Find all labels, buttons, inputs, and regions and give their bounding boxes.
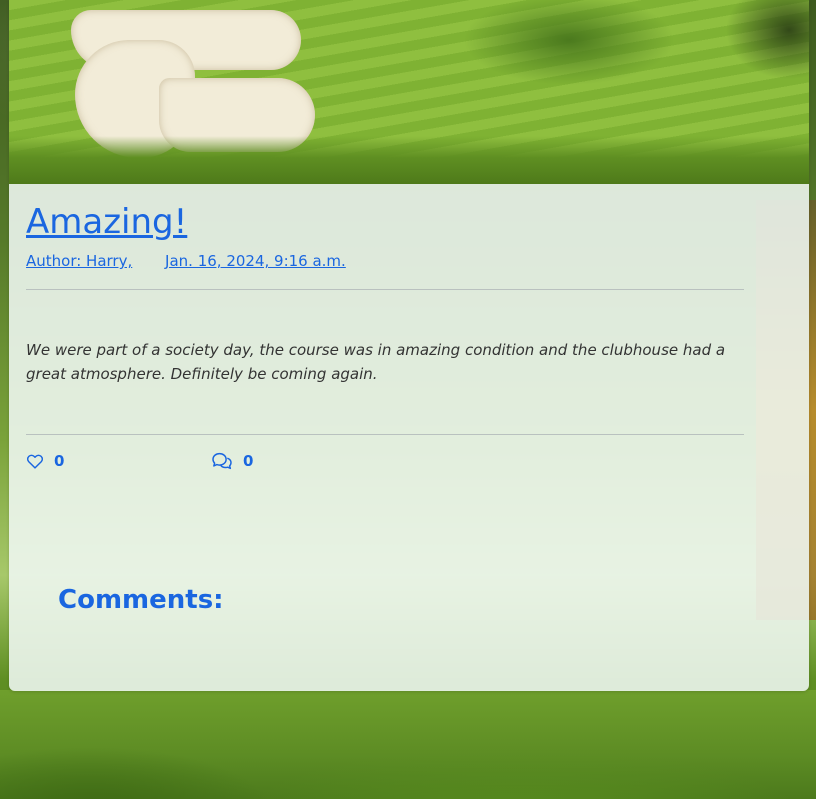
background-fairway xyxy=(0,690,816,799)
like-count: 0 xyxy=(54,452,65,470)
divider xyxy=(26,289,744,290)
post-hero-image xyxy=(9,0,809,184)
chat-bubbles-icon xyxy=(212,452,232,470)
comments-button[interactable]: 0 xyxy=(211,452,253,470)
post-body: We were part of a society day, the cours… xyxy=(26,341,726,383)
post-meta: Author: Harry, Jan. 16, 2024, 9:16 a.m. xyxy=(26,252,346,270)
post-date-link[interactable]: Jan. 16, 2024, 9:16 a.m. xyxy=(165,252,346,270)
post-title[interactable]: Amazing! xyxy=(26,202,187,242)
comments-count: 0 xyxy=(243,452,254,470)
comments-heading: Comments: xyxy=(58,585,224,615)
like-button[interactable]: 0 xyxy=(26,452,64,470)
post-actions: 0 0 xyxy=(26,452,326,474)
author-link[interactable]: Author: Harry, xyxy=(26,252,132,270)
divider xyxy=(26,434,744,435)
post-card: Amazing! Author: Harry, Jan. 16, 2024, 9… xyxy=(9,0,809,691)
heart-outline-icon xyxy=(26,454,44,469)
